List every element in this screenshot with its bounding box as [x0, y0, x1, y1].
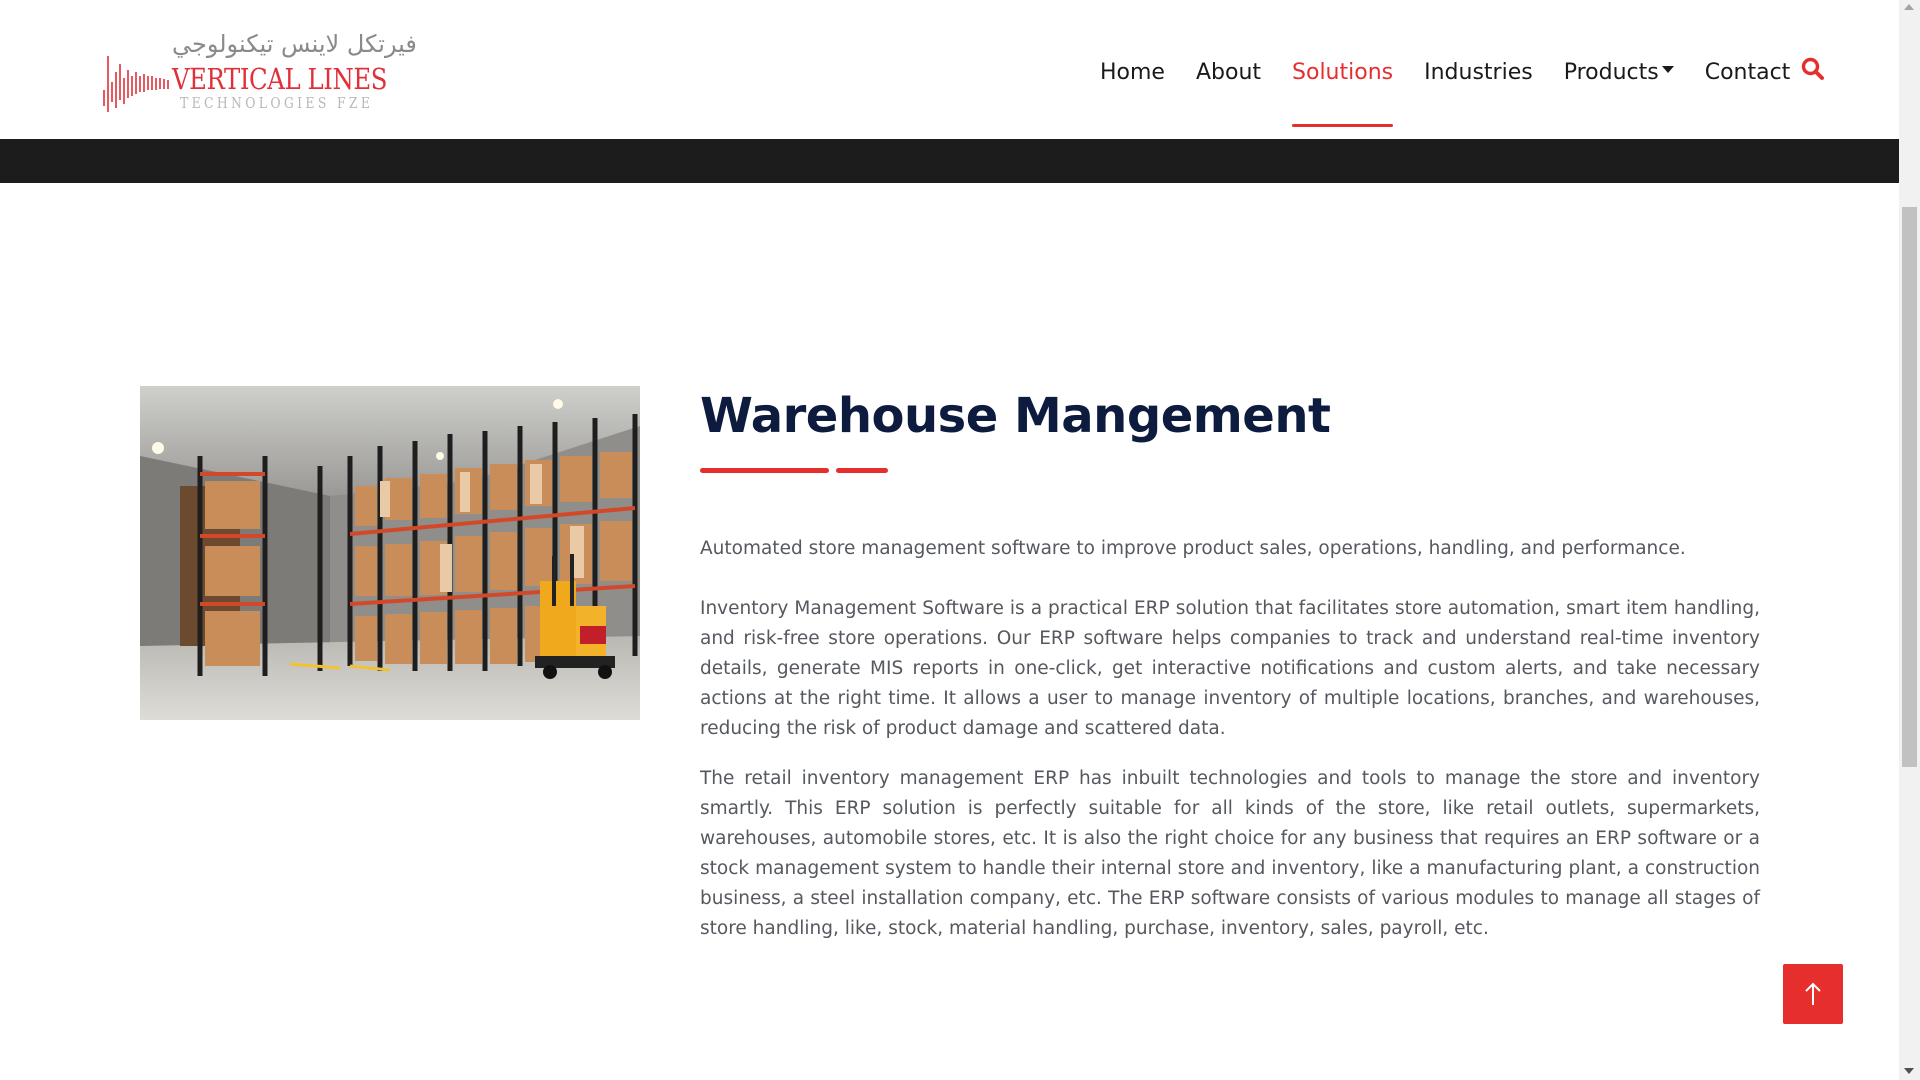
arrow-up-icon — [1805, 982, 1821, 1005]
search-button[interactable] — [1800, 56, 1826, 82]
page-title: Warehouse Mangement — [700, 388, 1331, 444]
warehouse-image — [140, 386, 640, 720]
title-underline — [700, 468, 1760, 474]
nav-item-industries[interactable]: Industries — [1424, 60, 1533, 85]
nav-item-contact[interactable]: Contact — [1705, 60, 1791, 85]
main-content: Warehouse Mangement Automated store mana… — [700, 380, 1760, 944]
caret-down-icon — [1661, 66, 1674, 73]
intro-text: Automated store management software to i… — [700, 538, 1686, 559]
main-nav: Home About Solutions Industries Products… — [1100, 52, 1821, 127]
logo-main-text: VERTICAL LINES — [172, 62, 388, 96]
underline-bar-long — [700, 468, 829, 473]
page-banner-strip — [0, 139, 1899, 183]
warehouse-illustration — [140, 386, 640, 720]
site-logo[interactable]: فيرتكل لاينس تيكنولوجي VERTICAL LINES TE… — [102, 30, 417, 116]
search-icon — [1801, 57, 1824, 80]
paragraph-2: The retail inventory management ERP has … — [700, 768, 1760, 939]
scroll-up-arrow-icon[interactable] — [1904, 4, 1914, 10]
paragraph-1: Inventory Management Software is a pract… — [700, 598, 1760, 739]
nav-item-solutions[interactable]: Solutions — [1292, 60, 1394, 127]
logo-bars-icon — [103, 56, 169, 112]
scrollbar-thumb[interactable] — [1902, 207, 1917, 767]
vertical-scrollbar[interactable] — [1899, 0, 1920, 1080]
nav-item-home[interactable]: Home — [1100, 60, 1165, 85]
logo-arabic-text: فيرتكل لاينس تيكنولوجي — [172, 30, 417, 58]
site-header: فيرتكل لاينس تيكنولوجي VERTICAL LINES TE… — [0, 0, 1899, 139]
nav-item-products[interactable]: Products — [1564, 60, 1674, 85]
underline-bar-short — [836, 468, 888, 473]
scroll-down-arrow-icon[interactable] — [1904, 1068, 1914, 1074]
nav-item-products-label: Products — [1563, 59, 1659, 85]
back-to-top-button[interactable] — [1783, 964, 1843, 1024]
page-viewport: فيرتكل لاينس تيكنولوجي VERTICAL LINES TE… — [0, 0, 1899, 1080]
nav-item-about[interactable]: About — [1196, 60, 1261, 85]
logo-sub-text: TECHNOLOGIES FZE — [180, 94, 374, 112]
